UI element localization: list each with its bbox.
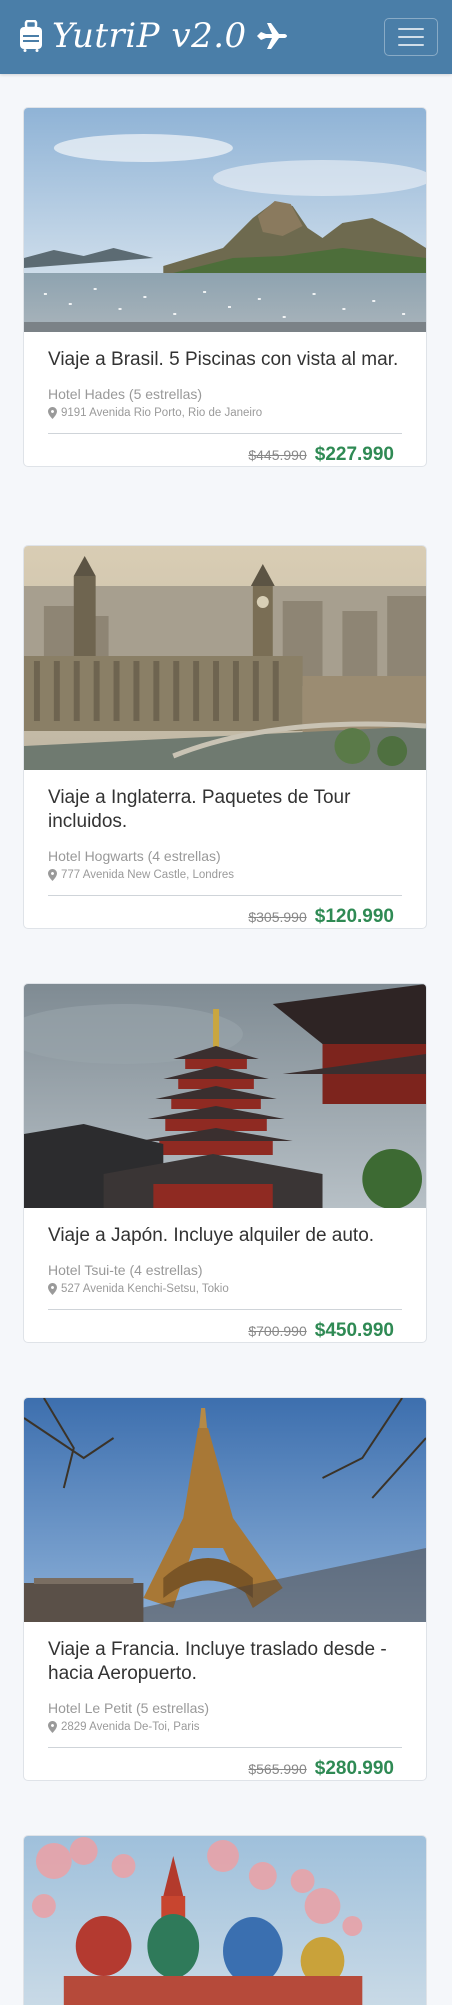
trip-card-japon[interactable]: Viaje a Japón. Incluye alquiler de auto.…	[23, 983, 427, 1343]
address-text: 2829 Avenida De-Toi, Paris	[61, 1721, 200, 1733]
brand-link[interactable]: YutriP v2.0	[18, 14, 289, 58]
map-marker-icon	[48, 1721, 57, 1733]
address: 9191 Avenida Rio Porto, Rio de Janeiro	[48, 407, 402, 419]
trip-card-inglaterra[interactable]: Viaje a Inglaterra. Paquetes de Tour inc…	[23, 545, 427, 929]
new-price: $227.990	[314, 444, 394, 465]
map-marker-icon	[48, 1283, 57, 1295]
old-price: $565.990	[248, 1761, 307, 1777]
price-row: $305.990 $120.990	[48, 906, 402, 928]
price-row: $700.990 $450.990	[48, 1320, 402, 1342]
navbar-toggle-button[interactable]	[384, 18, 438, 56]
airplane-icon	[256, 23, 287, 49]
card-title: Viaje a Inglaterra. Paquetes de Tour inc…	[48, 787, 351, 832]
old-price: $700.990	[248, 1323, 307, 1339]
card-image-moscow	[24, 1836, 426, 2005]
suitcase-icon	[20, 20, 42, 52]
new-price: $280.990	[314, 1758, 394, 1779]
hotel-name: Hotel Hogwarts (4 estrellas)	[48, 848, 221, 864]
hamburger-menu-icon	[398, 28, 424, 30]
navbar: YutriP v2.0	[0, 0, 452, 74]
divider	[48, 895, 402, 896]
trip-card-rusia[interactable]	[23, 1835, 427, 2005]
hotel-name: Hotel Hades (5 estrellas)	[48, 386, 203, 402]
map-marker-icon	[48, 869, 57, 881]
card-title: Viaje a Francia. Incluye traslado desde …	[48, 1639, 387, 1684]
trip-card-brasil[interactable]: Viaje a Brasil. 5 Piscinas con vista al …	[23, 107, 427, 467]
address: 777 Avenida New Castle, Londres	[48, 869, 402, 881]
brand-title: YutriP v2.0	[52, 16, 247, 56]
card-title: Viaje a Brasil. 5 Piscinas con vista al …	[48, 349, 399, 370]
hotel-name: Hotel Tsui-te (4 estrellas)	[48, 1262, 203, 1278]
card-image-rio	[24, 108, 426, 332]
hotel-name: Hotel Le Petit (5 estrellas)	[48, 1700, 210, 1716]
address-text: 527 Avenida Kenchi-Setsu, Tokio	[61, 1283, 229, 1295]
card-title: Viaje a Japón. Incluye alquiler de auto.	[48, 1225, 375, 1246]
divider	[48, 1309, 402, 1310]
address-text: 777 Avenida New Castle, Londres	[61, 869, 235, 881]
card-image-tokyo	[24, 984, 426, 1208]
new-price: $120.990	[314, 906, 394, 927]
card-image-paris	[24, 1398, 426, 1622]
price-row: $445.990 $227.990	[48, 444, 402, 466]
new-price: $450.990	[314, 1320, 394, 1341]
divider	[48, 1747, 402, 1748]
price-row: $565.990 $280.990	[48, 1758, 402, 1780]
card-image-london	[24, 546, 426, 770]
trip-card-francia[interactable]: Viaje a Francia. Incluye traslado desde …	[23, 1397, 427, 1781]
divider	[48, 433, 402, 434]
address: 2829 Avenida De-Toi, Paris	[48, 1721, 402, 1733]
old-price: $445.990	[248, 447, 307, 463]
old-price: $305.990	[248, 909, 307, 925]
map-marker-icon	[48, 407, 57, 419]
address: 527 Avenida Kenchi-Setsu, Tokio	[48, 1283, 402, 1295]
address-text: 9191 Avenida Rio Porto, Rio de Janeiro	[61, 407, 263, 419]
